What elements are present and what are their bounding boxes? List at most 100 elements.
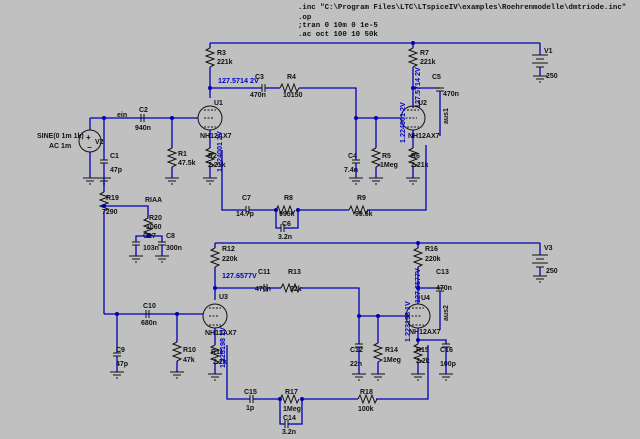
C3-name: C3	[255, 74, 264, 81]
R6-name: R6	[411, 153, 420, 160]
capacitor-C17[interactable]	[132, 241, 140, 246]
C6-name: C6	[282, 221, 291, 228]
tube-U1[interactable]	[197, 105, 223, 131]
C14-value: 3.2n	[282, 429, 296, 436]
U2-name: U2	[418, 100, 427, 107]
R17-name: R17	[285, 389, 298, 396]
C11-value: 470n	[255, 286, 271, 293]
capacitor-C1[interactable]	[100, 159, 108, 164]
R1-name: R1	[178, 151, 187, 158]
C6-value: 3.2n	[278, 234, 292, 241]
R20-name: R20	[149, 215, 162, 222]
resistor-R14[interactable]	[372, 342, 384, 363]
aus1-label: aus1	[443, 108, 450, 124]
battery-V3[interactable]	[532, 254, 548, 268]
ein-label: ein	[117, 112, 127, 119]
U4-model: NH12AX7	[409, 329, 441, 336]
battery-V1[interactable]	[532, 54, 548, 68]
stage1: R3 221k 127.5714 2V C3 470n R4 10150 U1 …	[37, 42, 540, 185]
C8-name: C8	[166, 233, 175, 240]
R5-value: 1Meg	[380, 162, 398, 169]
R15-name: R15	[416, 347, 429, 354]
C11-name: C11	[258, 269, 271, 276]
C13-name: C13	[436, 269, 449, 276]
R8-name: R8	[284, 195, 293, 202]
C15-value: 1p	[246, 405, 254, 412]
resistor-R12[interactable]	[209, 247, 221, 268]
R4-name: R4	[287, 74, 296, 81]
capacitor-C4[interactable]	[352, 159, 360, 164]
resistor-R18[interactable]	[357, 393, 378, 405]
C3-value: 470n	[250, 92, 266, 99]
RIAA-label: RIAA	[145, 197, 162, 204]
V2-sine: SINE(0 1m 1k)	[37, 133, 84, 140]
C2-value: 940n	[135, 125, 151, 132]
capacitor-C15[interactable]	[249, 395, 254, 403]
V3-name: V3	[544, 245, 553, 252]
R14-name: R14	[385, 347, 398, 354]
U3-anode-voltage: 127.6577V	[222, 271, 257, 280]
R13-name: R13	[288, 269, 301, 276]
R13-value: 22k	[290, 286, 302, 293]
V3-value: 250	[546, 268, 558, 275]
C9-name: C9	[116, 347, 125, 354]
C13-value: 470n	[436, 285, 452, 292]
U1-name: U1	[214, 100, 223, 107]
tube-U3[interactable]	[202, 303, 228, 329]
R12-name: R12	[222, 246, 235, 253]
U4-cathode-voltage: 1.223198 1V	[403, 301, 412, 342]
R8-value: 995k	[279, 211, 295, 218]
C4-name: C4	[348, 153, 357, 160]
R9-value: 99.6k	[355, 211, 373, 218]
C17-value: 103n	[143, 245, 159, 252]
R16-name: R16	[425, 246, 438, 253]
svg-text:+: +	[86, 133, 91, 142]
resistor-R5[interactable]	[370, 147, 382, 168]
R20-value: 1060	[146, 224, 162, 231]
directive-include: .inc "C:\Program Files\LTC\LTspiceIV\exa…	[298, 4, 626, 12]
C2-name: C2	[139, 107, 148, 114]
capacitor-C8[interactable]	[158, 241, 166, 246]
directive-tran: ;tran 0 10m 0 1e-5	[298, 22, 378, 30]
directive-op: .op	[298, 14, 312, 22]
R3-value: 221k	[217, 59, 233, 66]
stage2: R7 221k 127.5714 2V C5 470n aus1 U2 NH12…	[398, 43, 558, 185]
R2-name: R2	[208, 153, 217, 160]
U2-cathode-voltage: 1.224001 2V	[398, 102, 407, 143]
resistor-R3[interactable]	[204, 47, 216, 68]
C1-name: C1	[110, 153, 119, 160]
R17-value: 1Meg	[283, 406, 301, 413]
R18-value: 100k	[358, 406, 374, 413]
resistor-R7[interactable]	[407, 47, 419, 68]
R14-value: 1Meg	[383, 357, 401, 364]
stage4: R16 220k 127.6577V C13 470n aus2 U4 NH12…	[403, 243, 558, 381]
R7-name: R7	[420, 50, 429, 57]
schematic-canvas[interactable]: .inc "C:\Program Files\LTC\LTspiceIV\exa…	[0, 0, 640, 439]
C5-value: 470n	[443, 91, 459, 98]
C7-name: C7	[242, 195, 251, 202]
C14-name: C14	[283, 415, 296, 422]
C16-value: 100p	[440, 361, 456, 368]
stage3: R12 220k 127.6577V C11 470n R13 22k U3 N…	[104, 242, 540, 381]
V1-value: 250	[546, 73, 558, 80]
R9-name: R9	[357, 195, 366, 202]
R1-value: 47.5k	[178, 160, 196, 167]
R19-name: R19	[106, 195, 119, 202]
resistor-R4[interactable]	[279, 82, 300, 94]
aus2-label: aus2	[443, 305, 450, 321]
resistor-R1[interactable]	[166, 147, 178, 168]
directive-ac: .ac oct 100 10 50k	[298, 31, 378, 39]
R18-name: R18	[360, 389, 373, 396]
R3-name: R3	[217, 50, 226, 57]
R11-name: R11	[211, 349, 224, 356]
C7-value: 14.7p	[236, 211, 254, 218]
resistor-R10[interactable]	[171, 341, 183, 362]
svg-text:−: −	[87, 143, 92, 152]
resistor-R16[interactable]	[412, 247, 424, 268]
U4-name: U4	[421, 295, 430, 302]
capacitor-C3[interactable]	[261, 84, 266, 92]
resistor-R17[interactable]	[279, 393, 300, 405]
ground-symbol	[203, 177, 217, 185]
C12-name: C12	[350, 347, 363, 354]
C12-value: 22n	[350, 361, 362, 368]
